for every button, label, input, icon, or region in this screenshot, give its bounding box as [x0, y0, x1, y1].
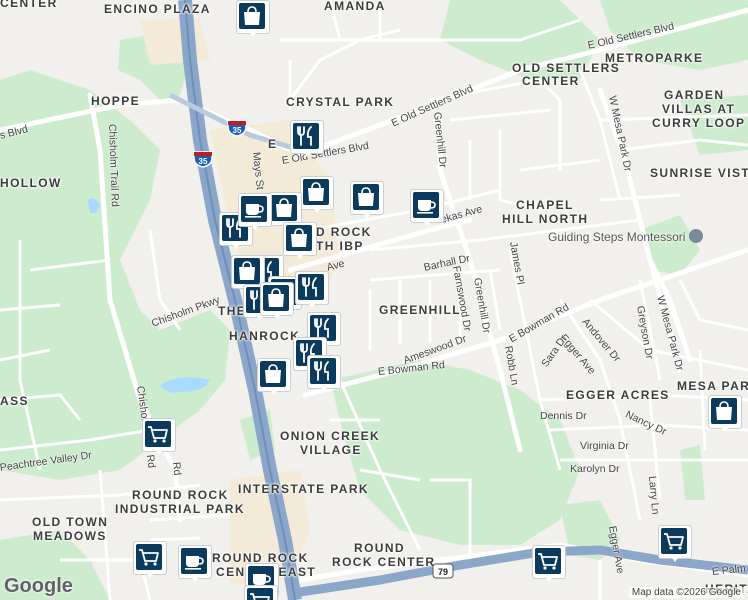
map-marker[interactable]: [244, 585, 278, 600]
map-marker[interactable]: [142, 418, 176, 458]
shopping-bag-icon: [358, 187, 374, 206]
area-label-round-rock-ip: ROUND ROCK: [132, 488, 229, 502]
area-label-chapel: CHAPEL: [516, 198, 574, 212]
area-label-round-rock-ibp: D ROCK: [316, 225, 372, 239]
area-label-egger-acres: EGGER ACRES: [566, 388, 670, 402]
interstate-shield-icon: 35: [193, 150, 213, 173]
state-highway-shield-icon: 79: [432, 563, 454, 584]
road-label-virginia-dr: Virginia Dr: [580, 440, 629, 452]
google-logo: Google: [4, 575, 73, 597]
area-label-villas-at: VILLAS AT: [662, 102, 736, 116]
cart-icon: [538, 553, 558, 570]
svg-text:79: 79: [438, 567, 448, 577]
shopping-bag-icon: [239, 261, 255, 280]
area-label-round: ROUND: [354, 541, 405, 555]
area-label-amanda: AMANDA: [324, 0, 386, 13]
map-marker[interactable]: [238, 193, 272, 233]
map-marker[interactable]: [295, 271, 329, 311]
road-label-dennis-dr: Dennis Dr: [540, 410, 587, 422]
svg-text:35: 35: [199, 157, 208, 166]
shopping-bag-icon: [716, 401, 732, 420]
area-label-onion-creek: ONION CREEK: [280, 429, 381, 443]
area-label-the: THE: [218, 304, 247, 318]
map-canvas[interactable]: ENCINO PLAZA AMANDA METROPARKE OLD SETTL…: [0, 0, 748, 600]
area-label-hollow: HOLLOW: [0, 176, 62, 190]
map-marker[interactable]: [260, 282, 294, 322]
cart-icon: [250, 593, 270, 600]
area-label-crystal-park: CRYSTAL PARK: [286, 95, 395, 109]
shopping-bag-icon: [291, 228, 307, 247]
school-icon: [689, 229, 704, 243]
area-label-hanrock: HANROCK: [229, 329, 301, 343]
area-label-center-top: CENTER: [0, 0, 58, 10]
area-label-ass: ASS: [0, 394, 29, 408]
map-marker[interactable]: [532, 545, 566, 585]
map-marker[interactable]: [133, 541, 167, 581]
map-marker[interactable]: [178, 545, 212, 585]
shopping-bag-icon: [244, 6, 260, 25]
poi-guiding-steps[interactable]: Guiding Steps Montessori: [548, 229, 707, 244]
area-label-mesa-park: MESA PARK: [677, 379, 748, 393]
restaurant-icon: [297, 126, 312, 146]
map-marker[interactable]: [257, 358, 291, 398]
cart-icon: [148, 426, 168, 443]
area-label-greenhill: GREENHILL: [379, 303, 461, 317]
map-marker[interactable]: [236, 0, 270, 40]
road-label-rd: Rd: [170, 461, 184, 476]
coffee-icon: [417, 200, 436, 214]
area-label-sunrise-vista: SUNRISE VISTA: [650, 166, 748, 180]
area-label-industrial-park: INDUSTRIAL PARK: [115, 502, 245, 516]
map-marker[interactable]: [658, 525, 692, 565]
shopping-bag-icon: [265, 364, 281, 383]
area-label-old-settlers: OLD SETTLERS: [512, 61, 621, 75]
area-label-round-rock-ibp-2: TH IBP: [316, 239, 364, 253]
coffee-icon: [185, 556, 204, 570]
area-label-village: VILLAGE: [300, 443, 362, 457]
map-marker[interactable]: [708, 395, 742, 435]
map-marker[interactable]: [350, 181, 384, 221]
area-label-meadows: MEADOWS: [33, 529, 107, 543]
shopping-bag-icon: [276, 198, 292, 217]
area-label-e: E: [268, 137, 278, 151]
shopping-bag-icon: [308, 182, 324, 201]
map-base-layer: [0, 0, 748, 600]
svg-text:35: 35: [233, 126, 242, 135]
restaurant-icon: [302, 277, 317, 297]
area-label-hill-north: HILL NORTH: [502, 212, 589, 226]
cart-icon: [664, 533, 684, 550]
cart-icon: [139, 549, 159, 566]
map-credit: Map data ©2026 Google: [628, 587, 744, 598]
shopping-bag-icon: [268, 288, 284, 307]
area-label-hoppe: HOPPE: [91, 94, 141, 108]
road-label-karolyn-dr: Karolyn Dr: [570, 463, 620, 475]
area-label-interstate-park: INTERSTATE PARK: [238, 482, 369, 496]
area-label-rock-center: ROCK CENTER: [332, 555, 436, 569]
map-marker[interactable]: [300, 176, 334, 216]
map-marker[interactable]: [307, 355, 341, 395]
area-label-center: CENTER: [522, 74, 580, 88]
restaurant-icon: [314, 361, 329, 381]
area-label-encino-plaza: ENCINO PLAZA: [104, 2, 211, 16]
area-label-curry-loop: CURRY LOOP: [652, 116, 746, 130]
area-label-garden: GARDEN: [664, 88, 725, 102]
map-marker[interactable]: [290, 120, 324, 160]
interstate-shield-icon: 35: [227, 119, 247, 142]
area-label-old-town: OLD TOWN: [32, 515, 109, 529]
coffee-icon: [245, 204, 264, 218]
map-marker[interactable]: [283, 222, 317, 262]
map-marker[interactable]: [410, 189, 444, 229]
